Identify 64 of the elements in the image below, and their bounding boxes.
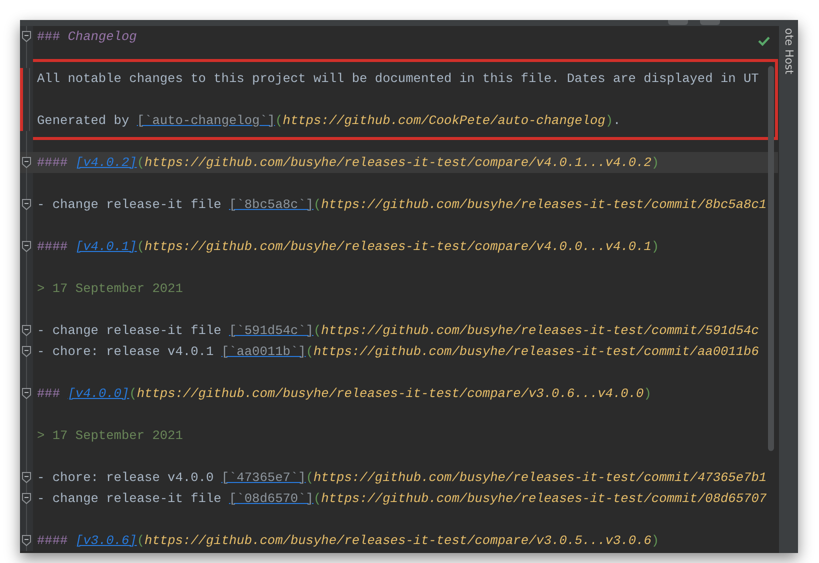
version-link[interactable]: [v3.0.6] (75, 533, 137, 548)
line-text: Generated by (37, 113, 130, 128)
fold-icon[interactable] (22, 535, 31, 546)
url-text: https://github.com/busyhe/releases-it-test/commit/591d54c (321, 323, 759, 338)
line-text: All notable changes to this project will be documented in this file. Dates are displayed in UT (37, 71, 759, 86)
version-link[interactable]: [v4.0.2] (75, 155, 137, 170)
fold-icon[interactable] (22, 493, 31, 504)
fold-icon[interactable] (22, 31, 31, 42)
date-quote: > 17 September 2021 (37, 281, 183, 296)
heading-marker: #### (37, 533, 68, 548)
fold-icon[interactable] (22, 199, 31, 210)
parenthesis: ( (136, 533, 145, 548)
line-text: . (613, 113, 621, 128)
parenthesis: ( (136, 155, 145, 170)
heading-marker: #### (37, 155, 68, 170)
heading-text: Changelog (68, 29, 137, 44)
url-text: https://github.com/busyhe/releases-it-test/commit/8bc5a8c1 (321, 197, 767, 212)
heading-marker: ### (37, 29, 60, 44)
commit-link[interactable]: [`47365e7`] (221, 470, 306, 485)
url-text: https://github.com/busyhe/releases-it-test/compare/v3.0.6...v4.0.0 (136, 386, 644, 401)
heading-marker: #### (37, 239, 68, 254)
commit-link[interactable]: [`591d54c`] (229, 323, 314, 338)
date-quote: > 17 September 2021 (37, 428, 183, 443)
parenthesis: ( (275, 113, 283, 128)
url-text: https://github.com/busyhe/releases-it-test/commit/aa0011b6 (314, 344, 759, 359)
url-text: https://github.com/busyhe/releases-it-test/commit/47365e7b1 (314, 470, 767, 485)
parenthesis: ) (651, 239, 660, 254)
side-panel-tab[interactable]: ote Host (778, 28, 798, 74)
parenthesis: ( (306, 344, 314, 359)
parenthesis: ) (605, 113, 613, 128)
commit-link[interactable]: [`auto-changelog`] (136, 113, 276, 128)
commit-link[interactable]: [`8bc5a8c`] (229, 197, 314, 212)
checkmark-icon[interactable] (758, 36, 770, 46)
parenthesis: ( (313, 197, 322, 212)
url-text: https://github.com/busyhe/releases-it-test/compare/v4.0.0...v4.0.1 (144, 239, 652, 254)
parenthesis: ( (306, 470, 314, 485)
line-text: - chore: release v4.0.1 (37, 344, 214, 359)
url-text: https://github.com/busyhe/releases-it-test/commit/08d65707 (321, 491, 767, 506)
line-text: - change release-it file (37, 197, 222, 212)
version-link[interactable]: [v4.0.1] (75, 239, 137, 254)
fold-icon[interactable] (22, 388, 31, 399)
line-text: - change release-it file (37, 491, 222, 506)
line-text: - change release-it file (37, 323, 222, 338)
heading-marker: ### (37, 386, 60, 401)
parenthesis: ( (313, 323, 322, 338)
parenthesis: ( (136, 239, 145, 254)
version-link[interactable]: [v4.0.0] (68, 386, 130, 401)
scrollbar-thumb[interactable] (768, 66, 774, 451)
parenthesis: ( (129, 386, 137, 401)
url-text: https://github.com/CookPete/auto-changelog (282, 113, 606, 128)
commit-link[interactable]: [`aa0011b`] (221, 344, 306, 359)
fold-icon[interactable] (22, 241, 31, 252)
fold-icon[interactable] (22, 346, 31, 357)
parenthesis: ) (651, 533, 660, 548)
parenthesis: ) (644, 386, 652, 401)
commit-link[interactable]: [`08d6570`] (229, 491, 314, 506)
url-text: https://github.com/busyhe/releases-it-test/compare/v3.0.5...v3.0.6 (144, 533, 652, 548)
url-text: https://github.com/busyhe/releases-it-test/compare/v4.0.1...v4.0.2 (144, 155, 652, 170)
fold-icon[interactable] (22, 472, 31, 483)
fold-icon[interactable] (22, 325, 31, 336)
fold-icon[interactable] (22, 157, 31, 168)
parenthesis: ) (651, 155, 660, 170)
parenthesis: ( (313, 491, 322, 506)
line-text: - chore: release v4.0.0 (37, 470, 214, 485)
